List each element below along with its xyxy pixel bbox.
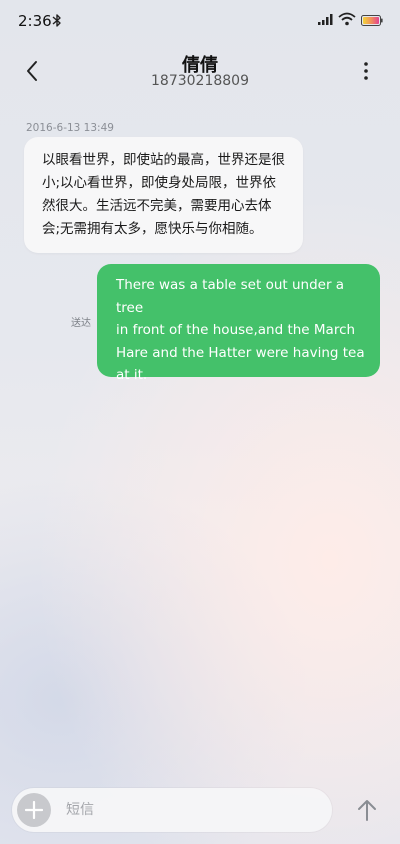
add-attachment-button[interactable]: [17, 793, 51, 827]
incoming-message-line: 会;无需拥有太多，愿快乐与你相随。: [42, 221, 263, 237]
incoming-message-line: 然很大。生活远不完美，需要用心去体: [42, 198, 272, 214]
incoming-message-line: 以眼看世界，即使站的最高，世界还是很: [42, 152, 285, 168]
outgoing-message-line: Hare and the Hatter were having tea: [116, 344, 365, 361]
status-time: 2:36: [18, 12, 52, 30]
arrow-up-icon[interactable]: [354, 798, 380, 824]
wifi-icon: [338, 12, 356, 26]
conversation-header: 倩倩 18730218809: [0, 44, 400, 100]
message-input[interactable]: [66, 798, 316, 822]
incoming-message-bubble[interactable]: 以眼看世界，即使站的最高，世界还是很 小;以心看世界，即使身处局限，世界依 然很…: [24, 137, 303, 253]
outgoing-message-line: There was a table set out under a tree: [116, 277, 345, 316]
delivery-status: 送达: [71, 318, 91, 329]
plus-icon: [25, 801, 43, 819]
outgoing-message-line: in front of the house,and the March: [116, 322, 356, 338]
contact-number: 18730218809: [151, 73, 249, 89]
incoming-message-line: 小;以心看世界，即使身处局限，世界依: [42, 175, 277, 191]
bluetooth-icon: [52, 14, 61, 27]
battery-icon: [361, 15, 383, 26]
more-vertical-icon[interactable]: [356, 58, 376, 84]
signal-icon: [318, 14, 333, 25]
outgoing-message-bubble[interactable]: There was a table set out under a tree i…: [97, 264, 380, 383]
status-bar: 2:36: [0, 0, 400, 44]
message-timestamp: 2016-6-13 13:49: [26, 122, 114, 134]
composer-bar: [0, 774, 400, 844]
outgoing-message-line: at it.: [116, 367, 148, 383]
